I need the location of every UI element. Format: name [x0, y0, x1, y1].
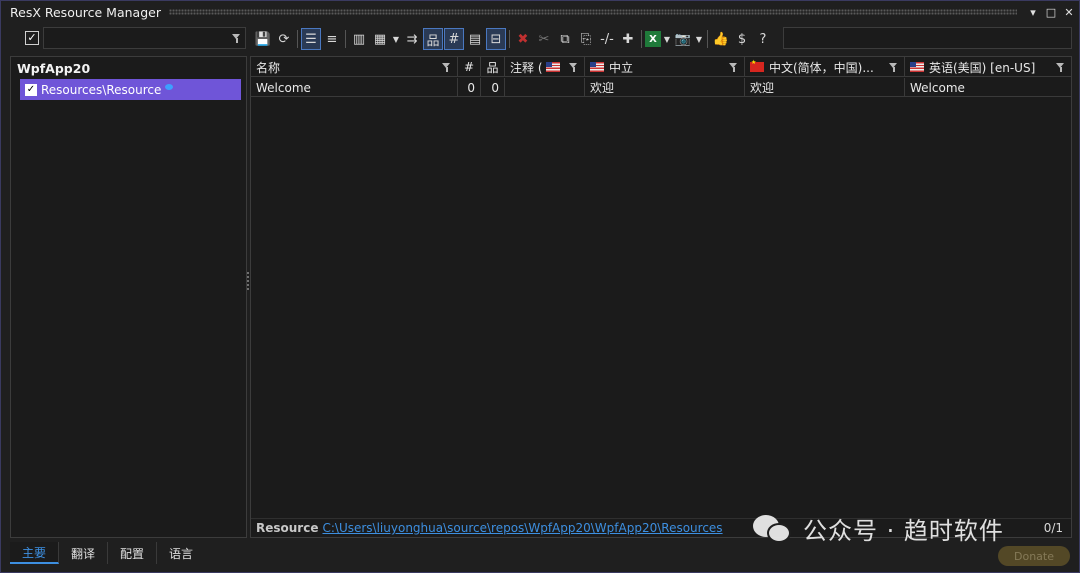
- column-header-structure[interactable]: 品: [481, 57, 505, 77]
- watermark-text: 公众号 · 趋时软件: [803, 517, 1004, 545]
- cn-flag-icon: [750, 59, 764, 72]
- window-title: ResX Resource Manager: [10, 4, 161, 20]
- wrap-text-icon[interactable]: ⊟: [486, 28, 506, 50]
- tree-root-project[interactable]: WpfApp20: [17, 61, 90, 76]
- table-row[interactable]: Welcome 0 0 欢迎 欢迎 Welcome: [251, 78, 1071, 97]
- resource-path-link[interactable]: C:\Users\liuyonghua\source\repos\WpfApp2…: [322, 521, 722, 535]
- maximize-button[interactable]: □: [1043, 4, 1059, 20]
- us-flag-icon: [910, 62, 924, 72]
- filter-icon[interactable]: [569, 63, 578, 72]
- select-all-checkbox[interactable]: ✓: [25, 31, 39, 45]
- help-icon[interactable]: ?: [753, 28, 773, 50]
- tab-translate[interactable]: 翻译: [59, 542, 109, 564]
- chevron-down-icon[interactable]: ▼: [662, 28, 672, 50]
- project-filter-input[interactable]: [44, 28, 224, 48]
- toolbar-separator: [707, 30, 708, 48]
- toolbar-separator: [345, 30, 346, 48]
- chevron-down-icon[interactable]: ▼: [694, 28, 704, 50]
- filter-icon[interactable]: [1056, 63, 1065, 72]
- donate-button[interactable]: Donate: [998, 546, 1070, 566]
- filter-icon[interactable]: [729, 63, 738, 72]
- cell-en-us[interactable]: Welcome: [905, 78, 1071, 97]
- tree-item-resource[interactable]: ✓ Resources\Resource: [20, 79, 241, 100]
- add-icon[interactable]: ✚: [618, 28, 638, 50]
- copy-icon[interactable]: ⧉: [555, 28, 575, 50]
- thumbs-up-icon[interactable]: 👍: [711, 28, 731, 50]
- main-window: ResX Resource Manager ▾ □ ✕ ✓ 💾 ⟳ ☰ ≡ ▥ …: [0, 0, 1080, 573]
- save-icon[interactable]: 💾: [253, 28, 273, 50]
- columns-icon[interactable]: ▥: [349, 28, 369, 50]
- excel-icon[interactable]: X: [645, 31, 661, 47]
- refresh-icon[interactable]: ⟳: [274, 28, 294, 50]
- wechat-logo-icon: [753, 513, 793, 545]
- filter-icon[interactable]: [442, 63, 451, 72]
- resource-grid-panel: 名称 # 品 注释 ( 中立 中文(简体，中国)...: [250, 56, 1072, 538]
- tree-view-icon[interactable]: 品: [423, 28, 443, 50]
- camera-icon[interactable]: 📷: [673, 28, 693, 50]
- resource-label: Resource: [256, 521, 319, 535]
- search-box[interactable]: [783, 27, 1072, 49]
- cell-zh-cn[interactable]: 欢迎: [745, 78, 905, 97]
- filter-icon[interactable]: [889, 63, 898, 72]
- cell-structure[interactable]: 0: [481, 78, 505, 97]
- title-grip[interactable]: [168, 9, 1017, 15]
- filter-icon[interactable]: [232, 34, 241, 43]
- cell-count[interactable]: 0: [458, 78, 481, 97]
- column-header-count[interactable]: #: [458, 57, 481, 77]
- paste-icon[interactable]: ⎘: [576, 28, 596, 50]
- tab-configuration[interactable]: 配置: [108, 542, 158, 564]
- grid-view-icon[interactable]: ▤: [465, 28, 485, 50]
- align-center-icon[interactable]: ≡: [322, 28, 342, 50]
- comment-icon[interactable]: -/-: [597, 28, 617, 50]
- toolbar-separator: [297, 30, 298, 48]
- entry-count: 0/1: [1043, 521, 1063, 535]
- title-bar: ResX Resource Manager ▾ □ ✕: [1, 1, 1079, 23]
- column-header-en-us[interactable]: 英语(美国) [en-US]: [905, 57, 1071, 77]
- list-view-icon[interactable]: ☰: [301, 28, 321, 50]
- bottom-tabs: 主要 翻译 配置 语言: [10, 542, 205, 564]
- tree-item-label: Resources\Resource: [41, 82, 162, 97]
- chevron-down-icon[interactable]: ▼: [391, 28, 401, 50]
- column-header-zh-cn[interactable]: 中文(简体，中国)...: [745, 57, 905, 77]
- dropdown-window-button[interactable]: ▾: [1025, 4, 1041, 20]
- cell-comment[interactable]: [505, 78, 585, 97]
- us-flag-icon: [590, 62, 604, 72]
- cut-icon[interactable]: ✂: [534, 28, 554, 50]
- columns-dropdown-icon[interactable]: ▦: [370, 28, 390, 50]
- tab-languages[interactable]: 语言: [157, 542, 205, 564]
- hash-icon[interactable]: #: [444, 28, 464, 50]
- toolbar: ✓ 💾 ⟳ ☰ ≡ ▥ ▦ ▼ ⇉ 品 # ▤ ⊟ ✖ ✂ ⧉ ⎘ -/- ✚: [1, 26, 1079, 52]
- toolbar-icons: 💾 ⟳ ☰ ≡ ▥ ▦ ▼ ⇉ 品 # ▤ ⊟ ✖ ✂ ⧉ ⎘ -/- ✚ X …: [253, 27, 773, 51]
- column-header-comment[interactable]: 注释 (: [505, 57, 585, 77]
- toolbar-separator: [509, 30, 510, 48]
- close-button[interactable]: ✕: [1061, 4, 1077, 20]
- column-header-name[interactable]: 名称: [251, 57, 458, 77]
- project-tree-panel: WpfApp20 ✓ Resources\Resource: [10, 56, 247, 538]
- watermark: 公众号 · 趋时软件: [753, 511, 1004, 546]
- cell-name[interactable]: Welcome: [251, 78, 458, 97]
- dollar-icon[interactable]: $: [732, 28, 752, 50]
- grid-header: 名称 # 品 注释 ( 中立 中文(简体，中国)...: [251, 57, 1071, 77]
- tree-item-checkbox[interactable]: ✓: [25, 83, 37, 96]
- cell-neutral[interactable]: 欢迎: [585, 78, 745, 97]
- column-header-neutral[interactable]: 中立: [585, 57, 745, 77]
- modified-dot-icon: [165, 83, 174, 90]
- project-filter[interactable]: [43, 27, 246, 49]
- import-icon[interactable]: ⇉: [402, 28, 422, 50]
- delete-icon[interactable]: ✖: [513, 28, 533, 50]
- us-flag-icon: [545, 62, 560, 72]
- toolbar-separator: [641, 30, 642, 48]
- tab-main[interactable]: 主要: [10, 542, 60, 564]
